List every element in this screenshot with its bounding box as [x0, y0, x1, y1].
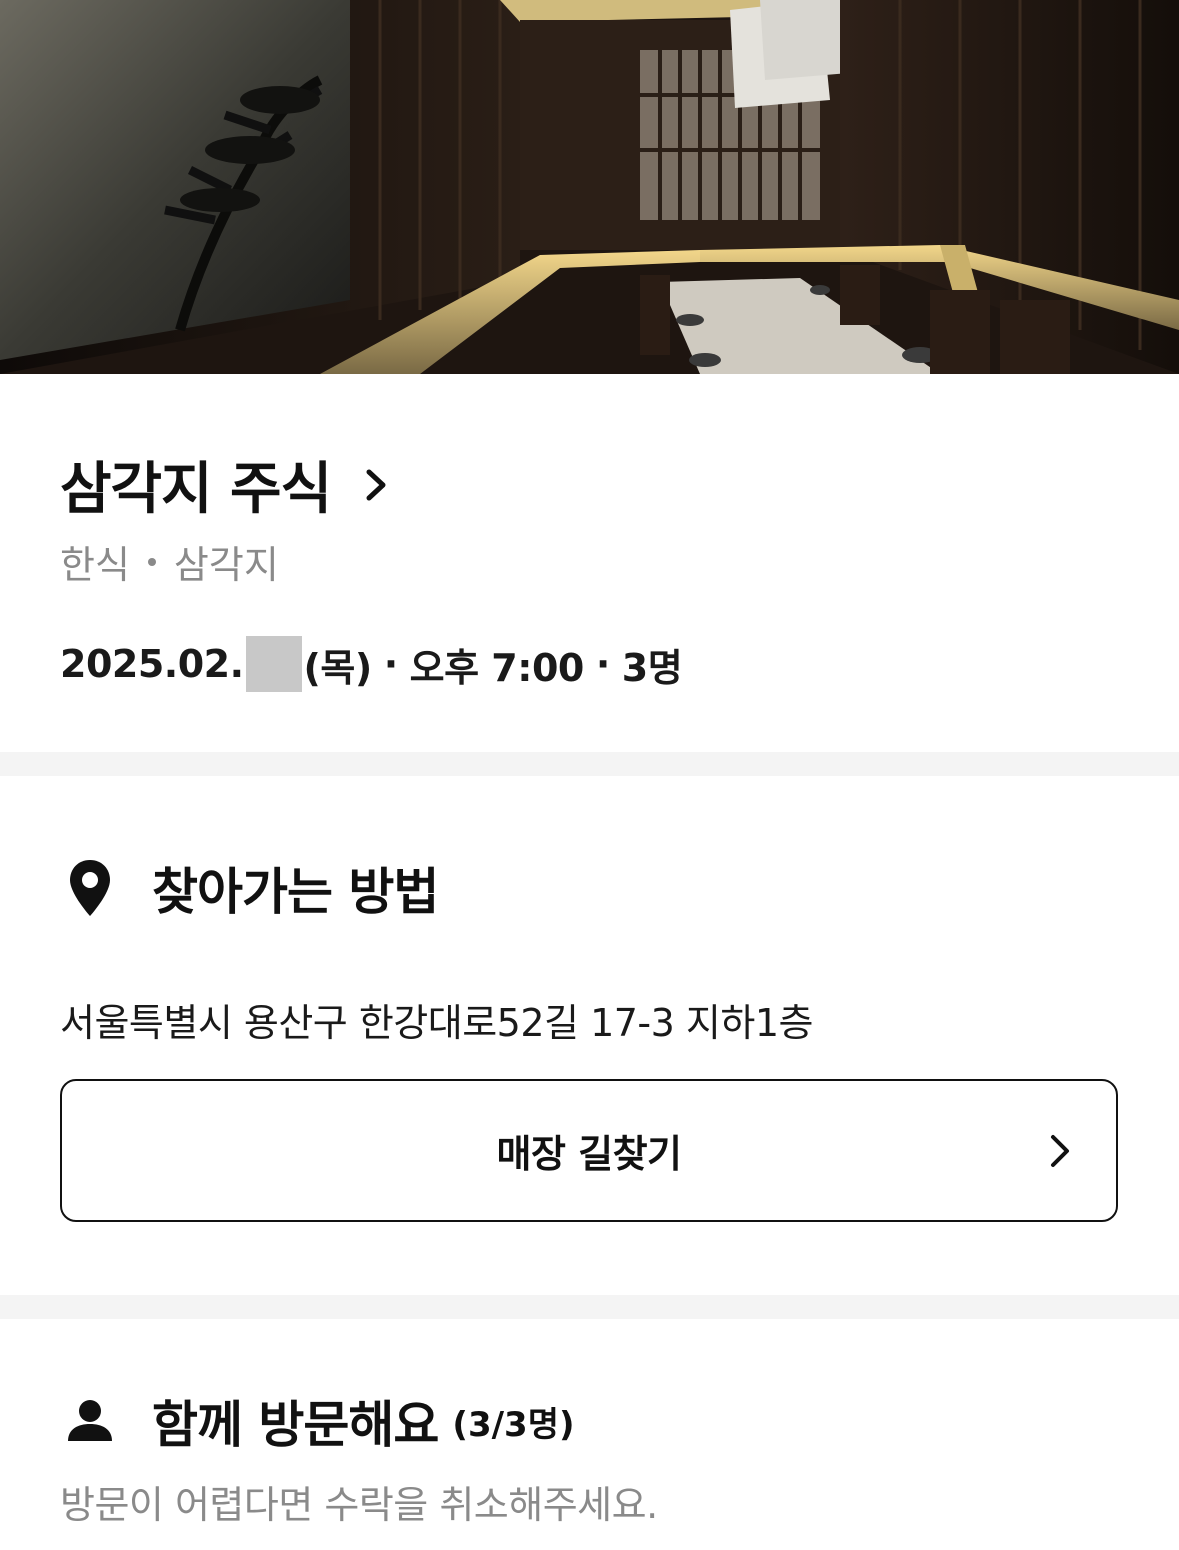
- companions-header: 함께 방문해요 (3/3명): [60, 1385, 575, 1457]
- store-route-button[interactable]: 매장 길찾기: [60, 1079, 1118, 1222]
- restaurant-photo: [0, 0, 1179, 374]
- companions-count: (3/3명): [452, 1404, 575, 1445]
- directions-header: 찾아가는 방법: [60, 852, 439, 924]
- location-pin-icon: [60, 858, 120, 918]
- section-divider: [0, 1295, 1179, 1319]
- directions-title: 찾아가는 방법: [152, 863, 439, 921]
- companions-title: 함께 방문해요: [152, 1396, 439, 1454]
- booking-summary: 2025.02. (목) · 오후 7:00 · 3명: [60, 636, 683, 692]
- cancel-guide-text: 방문이 어렵다면 수락을 취소해주세요.: [60, 1483, 658, 1527]
- separator-dot: [147, 557, 156, 566]
- area-label: 삼각지: [173, 543, 279, 587]
- chevron-right-icon: [1051, 1134, 1069, 1167]
- booking-party-size: 3명: [621, 645, 683, 690]
- cuisine-label: 한식: [60, 543, 130, 587]
- restaurant-meta: 한식 삼각지: [60, 534, 279, 589]
- restaurant-address: 서울특별시 용산구 한강대로52길 17-3 지하1층: [60, 1001, 813, 1045]
- chevron-right-icon: [366, 469, 386, 500]
- section-divider: [0, 752, 1179, 776]
- booking-weekday: (목): [303, 645, 373, 690]
- restaurant-name: 삼각지 주식: [60, 457, 332, 522]
- booking-separator: ·: [383, 642, 398, 686]
- store-route-label: 매장 길찾기: [496, 1132, 682, 1176]
- redacted-day: [245, 636, 302, 692]
- restaurant-name-link[interactable]: 삼각지 주식: [60, 444, 393, 525]
- person-icon: [60, 1391, 120, 1451]
- booking-date-prefix: 2025.02.: [60, 642, 244, 686]
- booking-separator: ·: [595, 642, 610, 686]
- booking-time: 오후 7:00: [409, 645, 585, 690]
- restaurant-interior-image: [0, 0, 1179, 374]
